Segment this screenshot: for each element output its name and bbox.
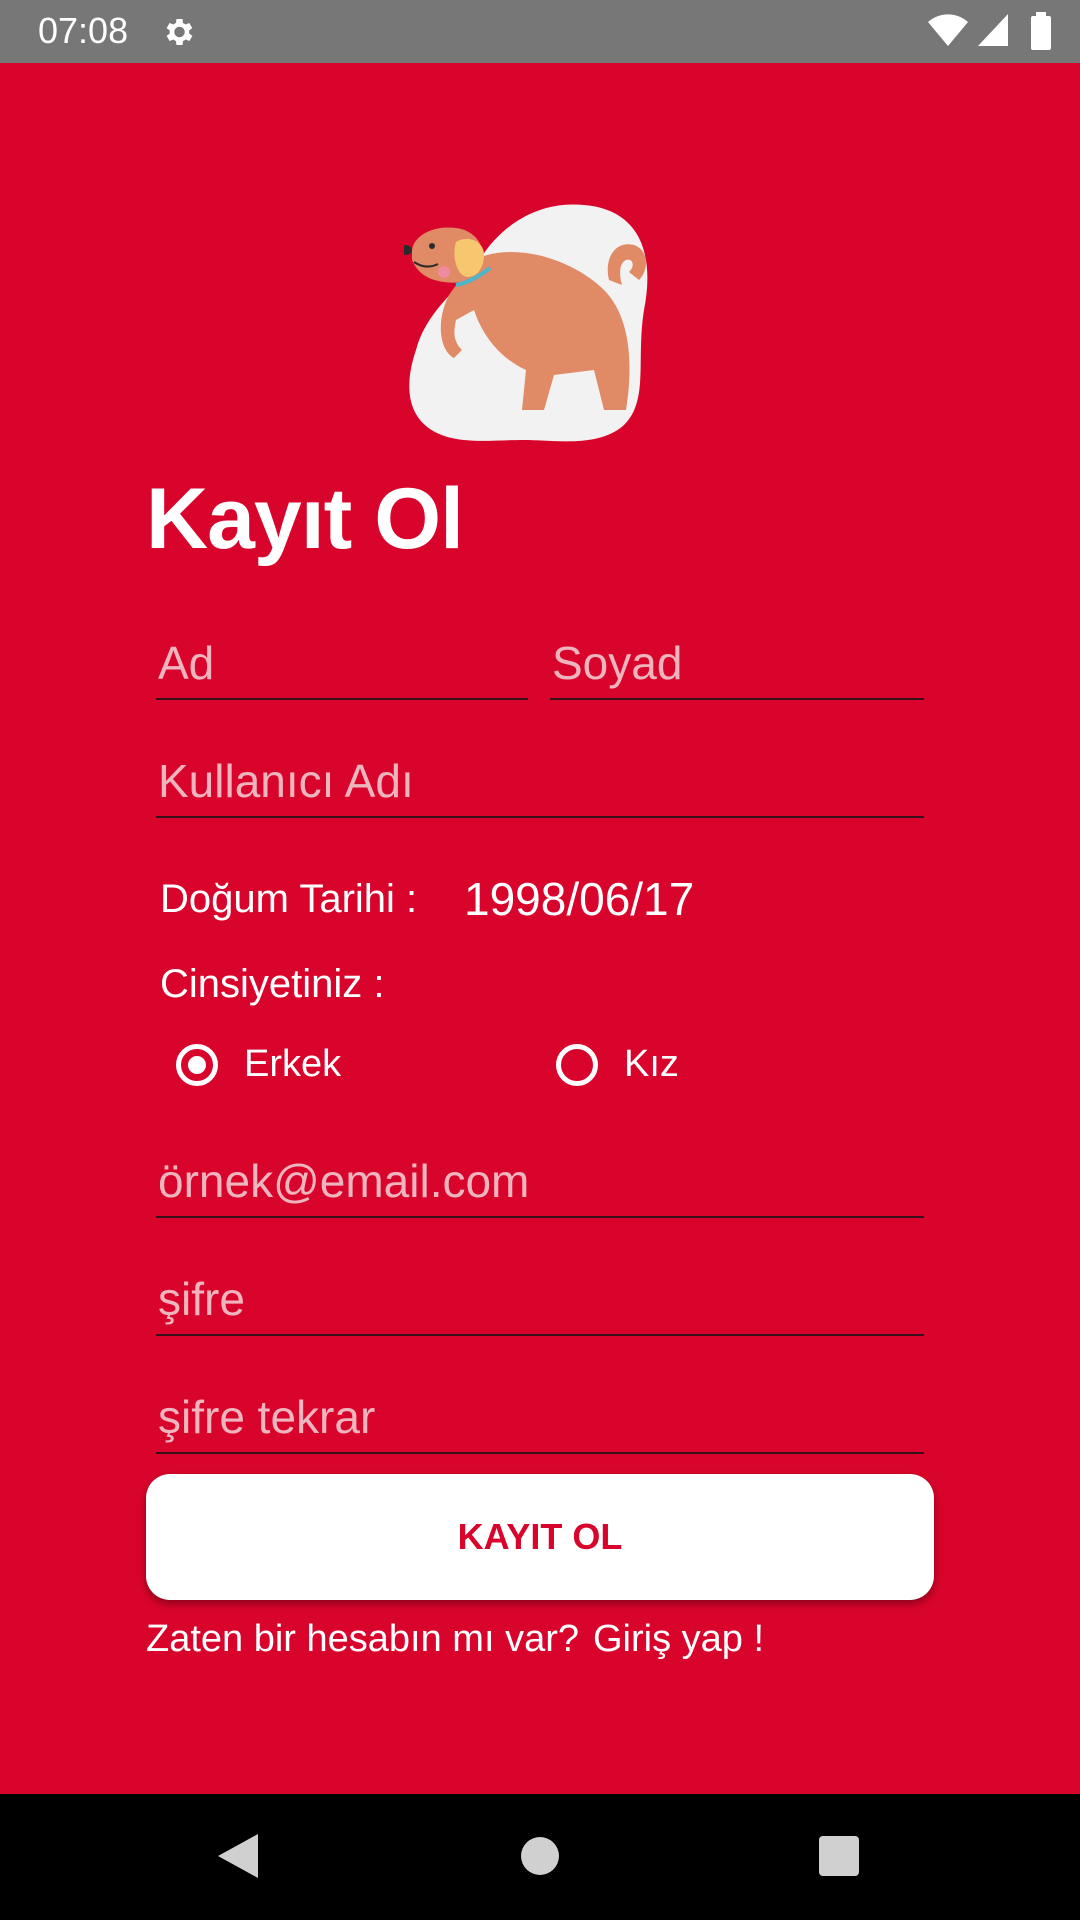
email-input[interactable] — [156, 1146, 924, 1216]
wifi-icon — [928, 14, 968, 46]
password-repeat-input[interactable] — [156, 1382, 924, 1452]
login-link[interactable]: Giriş yap ! — [593, 1618, 764, 1660]
username-input[interactable] — [156, 746, 924, 816]
battery-icon — [1031, 12, 1051, 50]
password-field[interactable] — [156, 1264, 924, 1336]
radio-button-checked[interactable] — [176, 1043, 218, 1086]
email-field[interactable] — [156, 1146, 924, 1218]
birth-date-label: Doğum Tarihi : — [160, 877, 418, 921]
login-prompt: Zaten bir hesabın mı var? Giriş yap ! — [146, 1618, 764, 1661]
gear-icon — [166, 18, 193, 46]
page-title: Kayıt Ol — [146, 471, 464, 567]
first-name-field[interactable] — [156, 628, 528, 700]
register-button[interactable]: KAYIT OL — [146, 1474, 934, 1600]
last-name-field[interactable] — [550, 628, 924, 700]
birth-date-value[interactable]: 1998/06/17 — [464, 872, 694, 926]
first-name-input[interactable] — [156, 628, 528, 698]
gender-option-label: Erkek — [244, 1043, 342, 1085]
back-icon[interactable] — [216, 1832, 260, 1880]
home-icon[interactable] — [520, 1832, 560, 1880]
gender-radio-male[interactable]: Erkek — [176, 1043, 341, 1086]
recents-icon[interactable] — [818, 1832, 860, 1880]
signal-icon — [978, 14, 1008, 46]
gender-option-label: Kız — [624, 1043, 679, 1085]
last-name-input[interactable] — [550, 628, 924, 698]
radio-button-unchecked[interactable] — [556, 1043, 598, 1086]
password-input[interactable] — [156, 1264, 924, 1334]
status-time: 07:08 — [38, 10, 129, 51]
gender-label: Cinsiyetiniz : — [160, 962, 385, 1006]
password-repeat-field[interactable] — [156, 1382, 924, 1454]
gender-radio-female[interactable]: Kız — [556, 1043, 679, 1086]
status-bar: 07:08 — [0, 0, 1080, 63]
dog-illustration — [404, 204, 648, 442]
navigation-bar — [0, 1794, 1080, 1920]
have-account-text: Zaten bir hesabın mı var? — [146, 1618, 579, 1660]
username-field[interactable] — [156, 746, 924, 818]
